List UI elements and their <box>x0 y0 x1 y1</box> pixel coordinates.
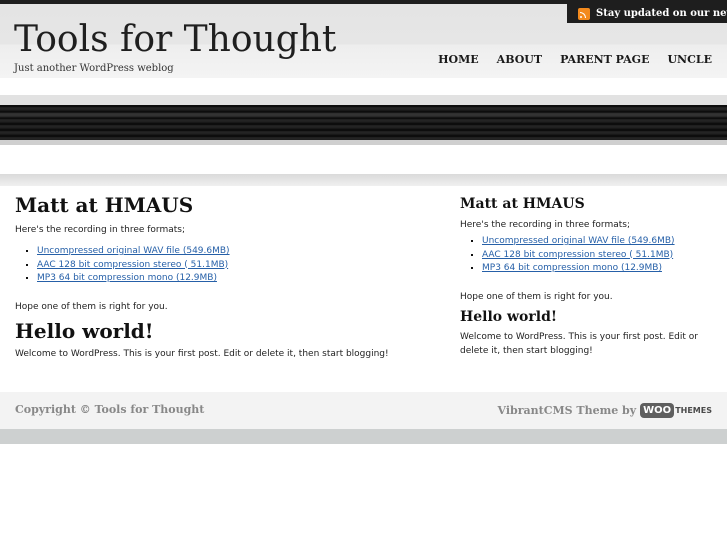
sidebar-post-body: Welcome to WordPress. This is your first… <box>460 331 698 356</box>
sidebar-post-intro: Here's the recording in three formats; <box>460 220 631 230</box>
dark-banner <box>0 105 727 140</box>
post-outro: Hope one of them is right for you. <box>15 301 168 312</box>
wav-file-link[interactable]: Uncompressed original WAV file (549.6MB) <box>37 246 230 256</box>
content-top-divider <box>0 174 727 186</box>
main-nav: HOME ABOUT PARENT PAGE UNCLE <box>438 53 712 67</box>
banner-top-edge <box>0 95 727 105</box>
sidebar-aac-file-link[interactable]: AAC 128 bit compression stereo ( 51.1MB) <box>482 250 673 260</box>
sidebar-mp3-file-link[interactable]: MP3 64 bit compression mono (12.9MB) <box>482 263 662 273</box>
woothemes-logo[interactable]: WOO THEMES <box>640 403 712 418</box>
post-intro: Here's the recording in three formats; <box>15 225 186 235</box>
copyright-text: Copyright © Tools for Thought <box>15 403 205 416</box>
list-item: AAC 128 bit compression stereo ( 51.1MB) <box>482 249 715 263</box>
mp3-file-link[interactable]: MP3 64 bit compression mono (12.9MB) <box>37 273 217 283</box>
site-title[interactable]: Tools for Thought <box>14 18 336 62</box>
sidebar-post-hello-world: Hello world! Welcome to WordPress. This … <box>460 308 715 358</box>
sidebar-wav-file-link[interactable]: Uncompressed original WAV file (549.6MB) <box>482 236 675 246</box>
sidebar-post-matt-at-hmaus: Matt at HMAUS Here's the recording in th… <box>460 195 715 304</box>
site-header: Stay updated on our news Tools for Thoug… <box>0 4 727 78</box>
footer-bottom-bar <box>0 429 727 444</box>
theme-credit-text: VibrantCMS Theme by <box>497 403 637 417</box>
aac-file-link[interactable]: AAC 128 bit compression stereo ( 51.1MB) <box>37 260 228 270</box>
list-item: MP3 64 bit compression mono (12.9MB) <box>482 262 715 276</box>
recording-links: Uncompressed original WAV file (549.6MB)… <box>15 245 435 286</box>
nav-about[interactable]: ABOUT <box>497 53 542 67</box>
sidebar-post-outro: Hope one of them is right for you. <box>460 291 613 302</box>
post-title[interactable]: Hello world! <box>15 319 435 343</box>
banner-spacer <box>0 145 727 174</box>
main-column: Matt at HMAUS Here's the recording in th… <box>15 193 435 361</box>
site-footer: Copyright © Tools for Thought VibrantCMS… <box>0 392 727 429</box>
list-item: Uncompressed original WAV file (549.6MB) <box>482 235 715 249</box>
woo-logo-suffix: THEMES <box>675 406 712 415</box>
sidebar-post-title[interactable]: Hello world! <box>460 308 715 326</box>
nav-home[interactable]: HOME <box>438 53 479 67</box>
theme-credit: VibrantCMS Theme by WOO THEMES <box>497 403 712 418</box>
sidebar-column: Matt at HMAUS Here's the recording in th… <box>460 195 715 358</box>
post-title[interactable]: Matt at HMAUS <box>15 193 435 217</box>
sidebar-post-title[interactable]: Matt at HMAUS <box>460 195 715 213</box>
sidebar-recording-links: Uncompressed original WAV file (549.6MB)… <box>460 235 715 276</box>
post-hello-world: Hello world! Welcome to WordPress. This … <box>15 319 435 361</box>
nav-uncle[interactable]: UNCLE <box>667 53 712 67</box>
post-matt-at-hmaus: Matt at HMAUS Here's the recording in th… <box>15 193 435 314</box>
rss-label: Stay updated on our news <box>596 8 727 19</box>
site-tagline: Just another WordPress weblog <box>14 63 174 74</box>
header-spacer <box>0 78 727 95</box>
list-item: AAC 128 bit compression stereo ( 51.1MB) <box>37 259 435 273</box>
rss-icon <box>578 8 590 20</box>
list-item: Uncompressed original WAV file (549.6MB) <box>37 245 435 259</box>
rss-subscribe-link[interactable]: Stay updated on our news <box>567 4 727 23</box>
list-item: MP3 64 bit compression mono (12.9MB) <box>37 272 435 286</box>
woo-logo-word: WOO <box>640 403 675 418</box>
nav-parent-page[interactable]: PARENT PAGE <box>560 53 649 67</box>
post-body: Welcome to WordPress. This is your first… <box>15 348 389 359</box>
